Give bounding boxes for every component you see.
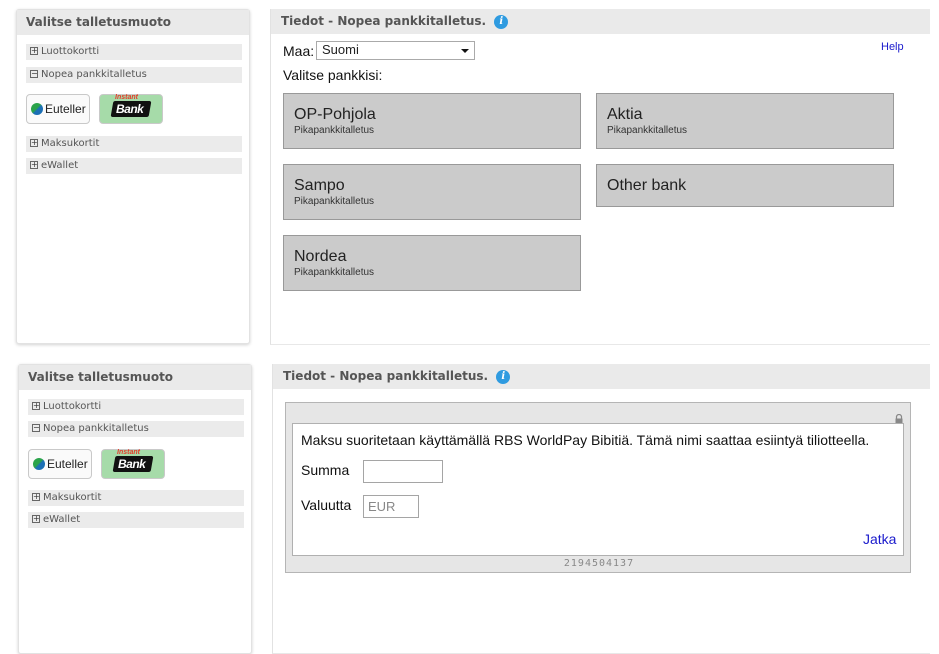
help-link[interactable]: Help [881,41,904,53]
method-debit-cards[interactable]: + Maksukortit [26,136,242,152]
method-fast-bank-transfer[interactable]: − Nopea pankkitalletus [26,67,242,83]
bank-option-other[interactable]: Other bank [596,164,894,207]
method-label: Luottokortti [41,46,100,57]
method-label: eWallet [43,514,81,525]
details-title-text: Tiedot - Nopea pankkitalletus. [283,369,489,383]
bank-subtitle: Pikapankkitalletus [294,196,375,207]
expand-icon: + [30,138,38,147]
collapse-icon: − [32,423,40,432]
expand-icon: + [30,160,38,169]
instant-bank-label: Bank [116,102,144,116]
instant-bank-top-text: Instant [117,449,140,456]
lock-icon [894,409,904,424]
currency-field [363,495,419,518]
info-icon[interactable]: i [496,369,511,384]
bank-subtitle: Pikapankkitalletus [294,125,375,136]
expand-icon: + [30,46,38,55]
chevron-down-icon [461,49,469,53]
method-ewallet[interactable]: + eWallet [26,158,242,174]
country-label: Maa: [283,43,315,59]
euteller-button[interactable]: Euteller [28,449,92,479]
bank-name: Aktia [607,106,643,123]
bottom-deposit-method-panel: Valitse talletusmuoto + Luottokortti − N… [18,364,252,654]
country-select[interactable]: Suomi [316,41,475,60]
reference-number: 2194504137 [563,558,635,569]
euteller-logo-icon [33,458,45,470]
instant-bank-button[interactable]: Instant Bank [99,94,163,124]
expand-icon: + [32,401,40,410]
method-label: Luottokortti [43,401,102,412]
bank-option-aktia[interactable]: Aktia Pikapankkitalletus [596,93,894,149]
payment-frame: Maksu suoritetaan käyttämällä RBS WorldP… [285,402,911,573]
collapse-icon: − [30,69,38,78]
continue-link[interactable]: Jatka [863,531,896,547]
choose-bank-label: Valitse pankkisi: [283,67,383,83]
details-title: Tiedot - Nopea pankkitalletus. i [271,9,930,34]
bank-option-sampo[interactable]: Sampo Pikapankkitalletus [283,164,581,220]
deposit-method-title: Valitse talletusmuoto [19,365,251,390]
instant-bank-button[interactable]: Instant Bank [101,449,165,479]
top-details-panel: Tiedot - Nopea pankkitalletus. i Help Ma… [270,9,930,345]
method-credit-card[interactable]: + Luottokortti [28,399,244,415]
top-deposit-method-panel: Valitse talletusmuoto + Luottokortti − N… [16,9,250,344]
deposit-method-title: Valitse talletusmuoto [17,10,249,35]
method-label: Nopea pankkitalletus [41,69,147,80]
method-credit-card[interactable]: + Luottokortti [26,44,242,60]
method-fast-bank-transfer[interactable]: − Nopea pankkitalletus [28,421,244,437]
payment-notice: Maksu suoritetaan käyttämällä RBS WorldP… [301,432,870,448]
method-label: Nopea pankkitalletus [43,423,149,434]
bank-option-nordea[interactable]: Nordea Pikapankkitalletus [283,235,581,291]
bottom-details-panel: Tiedot - Nopea pankkitalletus. i Maksu s… [272,364,930,654]
method-ewallet[interactable]: + eWallet [28,512,244,528]
bank-subtitle: Pikapankkitalletus [607,125,688,136]
info-icon[interactable]: i [494,14,509,29]
bank-option-op-pohjola[interactable]: OP-Pohjola Pikapankkitalletus [283,93,581,149]
method-label: Maksukortit [41,138,100,149]
currency-label: Valuutta [301,497,352,513]
euteller-button[interactable]: Euteller [26,94,90,124]
method-label: Maksukortit [43,492,102,503]
details-title: Tiedot - Nopea pankkitalletus. i [273,364,930,389]
expand-icon: + [32,492,40,501]
euteller-label: Euteller [47,457,88,471]
expand-icon: + [32,514,40,523]
method-debit-cards[interactable]: + Maksukortit [28,490,244,506]
instant-bank-label: Bank [118,457,146,471]
bank-name: Sampo [294,177,345,194]
euteller-logo-icon [31,103,43,115]
details-title-text: Tiedot - Nopea pankkitalletus. [281,14,487,28]
bank-name: OP-Pohjola [294,106,376,123]
country-select-value: Suomi [322,42,359,57]
bank-name: Nordea [294,248,347,265]
bank-name: Other bank [607,177,687,194]
payment-form: Maksu suoritetaan käyttämällä RBS WorldP… [292,423,904,556]
amount-input[interactable] [363,460,443,483]
euteller-label: Euteller [45,102,86,116]
instant-bank-top-text: Instant [115,94,138,101]
bank-subtitle: Pikapankkitalletus [294,267,375,278]
method-label: eWallet [41,160,79,171]
amount-label: Summa [301,462,350,478]
